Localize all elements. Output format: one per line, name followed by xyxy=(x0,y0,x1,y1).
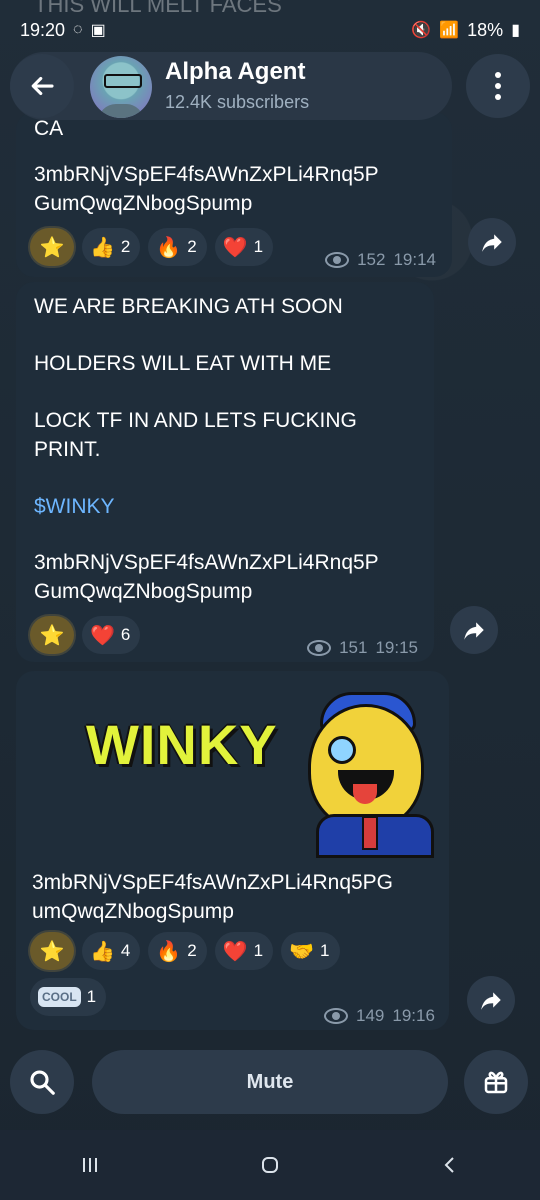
mute-button[interactable]: Mute xyxy=(92,1050,448,1114)
winky-character-illustration xyxy=(308,692,434,858)
reaction-count: 1 xyxy=(253,237,264,256)
cool-icon: COOL xyxy=(38,987,81,1007)
wifi-icon: 📶 xyxy=(439,22,460,39)
star-reaction[interactable]: ⭐ xyxy=(30,228,74,266)
message-time: 19:14 xyxy=(393,250,436,269)
status-bar: 19:20 ◌ ▣ 🔇 📶 18% ▮ xyxy=(0,0,540,60)
reaction-count: 1 xyxy=(86,987,97,1006)
message-time: 19:15 xyxy=(375,638,418,657)
system-navigation-bar xyxy=(0,1130,540,1200)
share-icon xyxy=(481,992,501,1010)
channel-title[interactable]: Alpha Agent xyxy=(165,58,305,86)
views-icon xyxy=(325,252,350,268)
reaction-row: ⭐ 👍 4 🔥 2 ❤️ 1 🤝 1 xyxy=(30,932,340,970)
reaction-count: 1 xyxy=(253,941,264,960)
home-button[interactable] xyxy=(250,1145,290,1185)
star-icon: ⭐ xyxy=(39,624,65,647)
reaction-count: 2 xyxy=(187,941,197,960)
search-button[interactable] xyxy=(10,1050,74,1114)
reaction-row: ⭐ ❤️ 6 xyxy=(30,616,141,654)
back-button[interactable] xyxy=(10,54,74,118)
heart-reaction[interactable]: ❤️ 6 xyxy=(82,616,141,654)
thumbs-up-reaction[interactable]: 👍 4 xyxy=(82,932,141,970)
home-icon xyxy=(262,1157,278,1173)
fire-icon: 🔥 xyxy=(156,236,182,259)
message-bubble[interactable]: CA 3mbRNjVSpEF4fsAWnZxPLi4Rnq5P GumQwqZN… xyxy=(16,112,452,277)
contract-address[interactable]: 3mbRNjVSpEF4fsAWnZxPLi4Rnq5PG umQwqZNbog… xyxy=(32,868,393,926)
heart-reaction[interactable]: ❤️ 1 xyxy=(214,932,274,970)
system-back-button[interactable] xyxy=(430,1145,470,1185)
views-icon xyxy=(307,640,332,656)
reaction-count: 4 xyxy=(120,941,131,960)
mute-label: Mute xyxy=(246,1070,294,1093)
heart-icon: ❤️ xyxy=(222,236,248,259)
thumbs-up-icon: 👍 xyxy=(90,940,115,963)
star-icon: ⭐ xyxy=(39,940,65,963)
gift-button[interactable] xyxy=(464,1050,528,1114)
ticker-link[interactable]: $WINKY xyxy=(34,492,115,521)
fire-reaction[interactable]: 🔥 2 xyxy=(148,228,207,266)
fire-reaction[interactable]: 🔥 2 xyxy=(148,932,207,970)
reaction-count: 2 xyxy=(187,237,197,256)
contract-address[interactable]: 3mbRNjVSpEF4fsAWnZxPLi4Rnq5P GumQwqZNbog… xyxy=(34,160,379,218)
more-options-button[interactable] xyxy=(466,54,530,118)
contract-address[interactable]: 3mbRNjVSpEF4fsAWnZxPLi4Rnq5P GumQwqZNbog… xyxy=(34,548,379,606)
message-bubble[interactable]: WE ARE BREAKING ATH SOON HOLDERS WILL EA… xyxy=(16,282,434,662)
whatsapp-icon: ◌ xyxy=(73,21,83,38)
battery-percentage: 18% xyxy=(467,19,504,40)
banner-title: WINKY xyxy=(86,713,278,776)
mute-icon: 🔇 xyxy=(411,22,432,39)
reaction-row-second: COOL 1 xyxy=(30,978,107,1016)
status-right: 🔇 📶 18% ▮ xyxy=(411,20,520,41)
message-meta: 149 19:16 xyxy=(324,1006,435,1026)
thumbs-up-icon: 👍 xyxy=(90,236,115,259)
share-button[interactable] xyxy=(467,976,515,1024)
reaction-count: 2 xyxy=(120,237,131,256)
search-icon xyxy=(30,1070,55,1095)
lock-icon: ▣ xyxy=(90,22,106,39)
heart-icon: ❤️ xyxy=(90,624,115,647)
share-icon xyxy=(482,234,502,252)
heart-reaction[interactable]: ❤️ 1 xyxy=(214,228,274,266)
gift-icon xyxy=(484,1071,508,1094)
heart-icon: ❤️ xyxy=(222,940,248,963)
star-reaction[interactable]: ⭐ xyxy=(30,932,74,970)
more-icon xyxy=(495,72,501,100)
message-time: 19:16 xyxy=(392,1006,435,1025)
channel-subscribers: 12.4K subscribers xyxy=(165,92,310,112)
share-icon xyxy=(464,622,484,640)
message-line: HOLDERS WILL EAT WITH ME xyxy=(34,352,332,375)
arrow-left-icon xyxy=(31,76,54,96)
battery-icon: ▮ xyxy=(511,22,520,39)
message-line: WE ARE BREAKING ATH SOON xyxy=(34,295,343,318)
views-icon xyxy=(324,1008,348,1024)
handshake-reaction[interactable]: 🤝 1 xyxy=(281,932,340,970)
chevron-left-icon xyxy=(444,1157,454,1173)
handshake-icon: 🤝 xyxy=(289,940,315,963)
recent-apps-icon xyxy=(83,1158,97,1172)
message-line: LOCK TF IN AND LETS FUCKING PRINT. xyxy=(34,409,357,461)
avatar-coat xyxy=(98,104,144,118)
status-left: 19:20 ◌ ▣ xyxy=(20,20,106,41)
message-meta: 151 19:15 xyxy=(307,638,418,658)
reaction-row: ⭐ 👍 2 🔥 2 ❤️ 1 xyxy=(30,228,274,266)
view-count: 151 xyxy=(339,638,368,657)
reaction-count: 1 xyxy=(320,941,330,960)
recent-apps-button[interactable] xyxy=(70,1145,110,1185)
share-button[interactable] xyxy=(450,606,498,654)
message-meta: 152 19:14 xyxy=(325,250,436,270)
reaction-count: 6 xyxy=(120,625,131,644)
view-count: 149 xyxy=(356,1006,385,1025)
channel-avatar[interactable] xyxy=(90,56,152,118)
star-reaction[interactable]: ⭐ xyxy=(30,616,74,654)
share-button[interactable] xyxy=(468,218,516,266)
status-time: 19:20 xyxy=(20,19,66,40)
star-icon: ⭐ xyxy=(39,236,65,259)
view-count: 152 xyxy=(357,250,386,269)
fire-icon: 🔥 xyxy=(156,940,182,963)
thumbs-up-reaction[interactable]: 👍 2 xyxy=(82,228,141,266)
avatar-glasses xyxy=(104,74,142,88)
cool-reaction[interactable]: COOL 1 xyxy=(30,978,107,1016)
